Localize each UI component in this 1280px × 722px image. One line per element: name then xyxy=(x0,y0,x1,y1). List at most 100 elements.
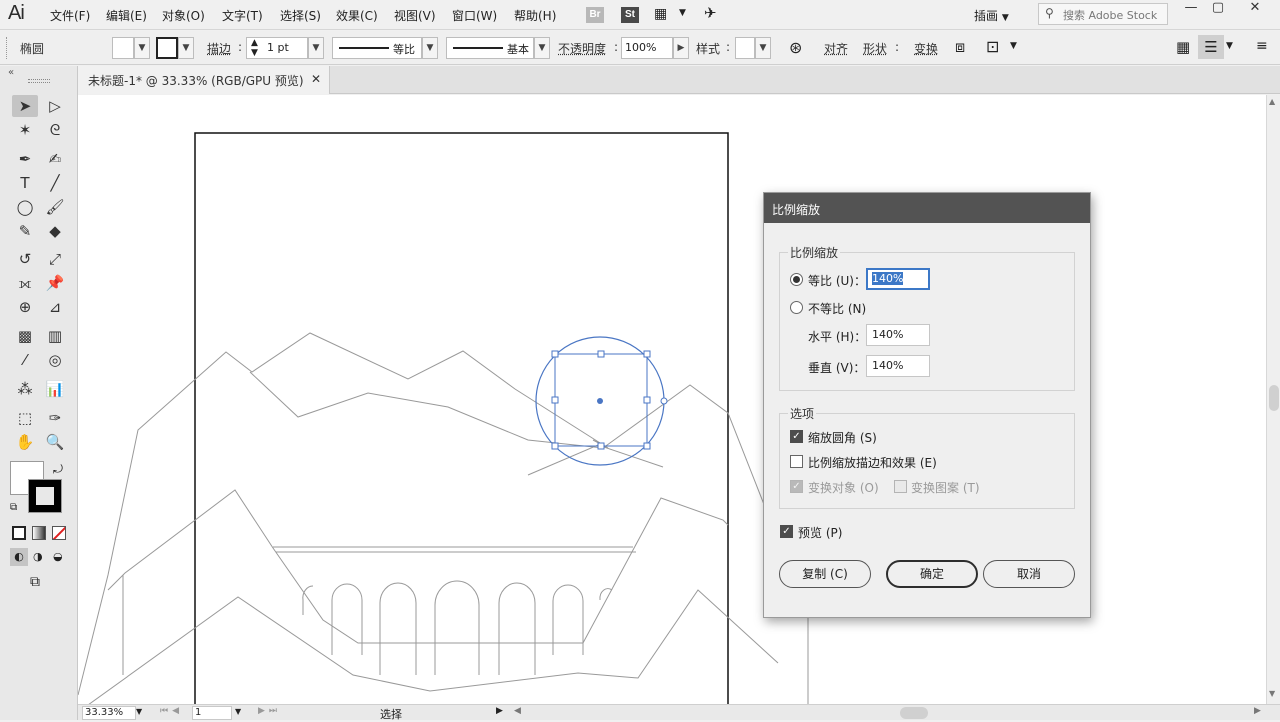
type-tool-icon[interactable]: T xyxy=(12,172,38,194)
arrange-icon[interactable]: ⊡ xyxy=(986,37,999,56)
selection-tool-icon[interactable]: ➤ xyxy=(12,95,38,117)
column-graph-tool-icon[interactable]: 📊 xyxy=(42,378,68,400)
scale-corners-checkbox[interactable]: ✓ xyxy=(790,430,803,443)
rotate-tool-icon[interactable]: ↺ xyxy=(12,248,38,270)
chevron-down-icon[interactable]: ▼ xyxy=(1226,41,1233,51)
scale-corners-label[interactable]: 缩放圆角 (S) xyxy=(808,429,877,446)
brush-definition[interactable]: 基本 xyxy=(446,37,534,59)
document-tab[interactable]: 未标题-1* @ 33.33% (RGB/GPU 预览) ✕ xyxy=(78,66,330,94)
stock-search-input[interactable]: ⚲ 搜索 Adobe Stock xyxy=(1038,3,1168,25)
symbol-sprayer-tool-icon[interactable]: ⁂ xyxy=(12,378,38,400)
lasso-tool-icon[interactable]: ᘓ xyxy=(42,119,68,141)
collapse-icon[interactable]: « xyxy=(8,67,14,78)
fill-swatch[interactable] xyxy=(112,37,134,59)
vertical-input[interactable]: 140% xyxy=(866,355,930,377)
close-tab-icon[interactable]: ✕ xyxy=(311,72,321,86)
shape-link[interactable]: 形状 xyxy=(863,40,887,57)
stroke-dropdown[interactable]: ▼ xyxy=(178,37,194,59)
grip-handle[interactable] xyxy=(6,37,10,59)
chevron-down-icon[interactable]: ▼ xyxy=(1010,41,1017,51)
stock-badge[interactable]: St xyxy=(621,7,639,23)
none-mode-icon[interactable] xyxy=(52,526,66,540)
draw-inside-icon[interactable]: ◒ xyxy=(53,550,63,563)
magic-wand-tool-icon[interactable]: ✶ xyxy=(12,119,38,141)
curvature-tool-icon[interactable]: ✍ xyxy=(42,148,68,170)
graphic-style-swatch[interactable] xyxy=(735,37,755,59)
preview-label[interactable]: 预览 (P) xyxy=(798,524,842,541)
close-button[interactable]: ✕ xyxy=(1238,0,1272,18)
menu-view[interactable]: 视图(V) xyxy=(394,7,436,24)
scroll-thumb[interactable] xyxy=(1269,385,1279,411)
brush-dropdown[interactable]: ▼ xyxy=(534,37,550,59)
menu-effect[interactable]: 效果(C) xyxy=(336,7,378,24)
zoom-field[interactable]: 33.33% xyxy=(82,706,136,720)
profile-dropdown[interactable]: ▼ xyxy=(422,37,438,59)
artboard-tool-icon[interactable]: ⬚ xyxy=(12,407,38,429)
arrange-documents-icon[interactable]: ▦ xyxy=(654,6,667,22)
gradient-tool-icon[interactable]: ▥ xyxy=(42,325,68,347)
draw-normal-icon[interactable]: ◐ xyxy=(10,548,28,566)
uniform-label[interactable]: 等比 (U)： xyxy=(808,272,866,289)
status-menu-arrow[interactable]: ▶ xyxy=(496,706,503,716)
hand-tool-icon[interactable]: ✋ xyxy=(12,431,38,453)
variable-width-profile[interactable]: 等比 xyxy=(332,37,422,59)
stroke-weight-field[interactable]: ▲ ▼ 1 pt xyxy=(246,37,308,59)
gpu-rocket-icon[interactable]: ✈ xyxy=(704,4,717,22)
paintbrush-tool-icon[interactable]: 🖌 xyxy=(42,196,68,218)
horizontal-scroll-thumb[interactable] xyxy=(900,707,928,719)
horizontal-input[interactable]: 140% xyxy=(866,324,930,346)
bridge-badge[interactable]: Br xyxy=(586,7,604,23)
chevron-down-icon[interactable]: ▼ xyxy=(235,707,241,716)
slice-tool-icon[interactable]: ✑ xyxy=(42,407,68,429)
stroke-weight-dropdown[interactable]: ▼ xyxy=(308,37,324,59)
ellipse-tool-icon[interactable]: ◯ xyxy=(12,196,38,218)
workspace-switcher[interactable]: 插画 ▼ xyxy=(974,7,1009,24)
screen-mode-icon[interactable]: ⧉ xyxy=(30,574,40,590)
dialog-title[interactable]: 比例缩放 xyxy=(764,193,1090,223)
style-dropdown[interactable]: ▼ xyxy=(755,37,771,59)
scale-strokes-checkbox[interactable] xyxy=(790,455,803,468)
preview-checkbox[interactable]: ✓ xyxy=(780,525,793,538)
chevron-down-icon[interactable]: ▼ xyxy=(679,8,686,18)
scale-strokes-label[interactable]: 比例缩放描边和效果 (E) xyxy=(808,454,937,471)
perspective-grid-tool-icon[interactable]: ⊿ xyxy=(42,296,68,318)
pen-tool-icon[interactable]: ✒ xyxy=(12,148,38,170)
more-options-icon[interactable]: ≡ xyxy=(1256,38,1268,54)
artboard-nav-prev-icon[interactable]: ⏮◀ xyxy=(160,706,183,716)
stroke-label[interactable]: 描边 xyxy=(207,40,231,57)
uniform-input[interactable]: 140% xyxy=(866,268,930,290)
draw-behind-icon[interactable]: ◑ xyxy=(33,550,43,563)
panel-menu-icon[interactable]: ☰ xyxy=(1198,35,1224,59)
width-tool-icon[interactable]: ⟗ xyxy=(12,272,38,294)
menu-help[interactable]: 帮助(H) xyxy=(514,7,556,24)
uniform-radio[interactable] xyxy=(790,273,803,286)
recolor-artwork-icon[interactable]: ⊛ xyxy=(789,38,802,57)
artboard-nav-next-icon[interactable]: ▶⏭ xyxy=(258,706,281,716)
stroke-color-swatch[interactable] xyxy=(28,479,62,513)
scroll-down-icon[interactable]: ▼ xyxy=(1269,689,1275,698)
menu-select[interactable]: 选择(S) xyxy=(280,7,321,24)
panel-grip[interactable] xyxy=(28,79,50,83)
artboard-number-field[interactable]: 1 xyxy=(192,706,232,720)
nonuniform-label[interactable]: 不等比 (N) xyxy=(808,300,866,317)
transform-link[interactable]: 变换 xyxy=(914,40,938,57)
fill-dropdown[interactable]: ▼ xyxy=(134,37,150,59)
ok-button[interactable]: 确定 xyxy=(886,560,978,588)
stroke-swatch[interactable] xyxy=(156,37,178,59)
menu-window[interactable]: 窗口(W) xyxy=(452,7,497,24)
menu-file[interactable]: 文件(F) xyxy=(50,7,90,24)
line-segment-tool-icon[interactable]: ╱ xyxy=(42,172,68,194)
isolate-selected-icon[interactable]: ⧈ xyxy=(955,37,965,57)
shaper-tool-icon[interactable]: ✎ xyxy=(12,220,38,242)
scroll-up-icon[interactable]: ▲ xyxy=(1269,97,1275,106)
opacity-label[interactable]: 不透明度 xyxy=(558,40,606,57)
swap-colors-icon[interactable]: ⤾ xyxy=(53,462,63,477)
default-colors-icon[interactable]: ⧉ xyxy=(10,502,17,513)
align-link[interactable]: 对齐 xyxy=(824,40,848,57)
menu-edit[interactable]: 编辑(E) xyxy=(106,7,147,24)
opacity-field[interactable]: 100% xyxy=(621,37,673,59)
menu-type[interactable]: 文字(T) xyxy=(222,7,263,24)
maximize-button[interactable]: ▢ xyxy=(1201,0,1235,18)
shape-builder-tool-icon[interactable]: ⊕ xyxy=(12,296,38,318)
cancel-button[interactable]: 取消 xyxy=(983,560,1075,588)
